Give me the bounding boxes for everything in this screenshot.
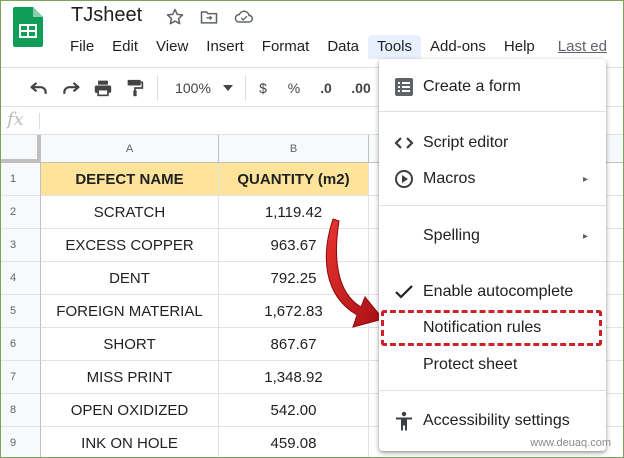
- menu-separator: [379, 111, 606, 112]
- menu-insert[interactable]: Insert: [197, 35, 253, 59]
- cell-defect-name[interactable]: INK ON HOLE: [41, 427, 219, 457]
- redo-icon[interactable]: [59, 78, 83, 98]
- formula-separator: [39, 113, 40, 129]
- menu-item-protect-sheet[interactable]: Protect sheet: [379, 349, 606, 381]
- percent-format-button[interactable]: %: [285, 78, 303, 98]
- undo-icon[interactable]: [27, 78, 51, 98]
- cell-defect-name[interactable]: FOREIGN MATERIAL: [41, 295, 219, 328]
- zoom-select[interactable]: 100%: [171, 78, 215, 98]
- menu-format[interactable]: Format: [253, 35, 319, 59]
- menu-item-label: Script editor: [423, 134, 509, 151]
- row-header[interactable]: 9: [1, 427, 41, 457]
- row-header[interactable]: 4: [1, 262, 41, 295]
- cell-defect-name[interactable]: DEFECT NAME: [41, 163, 219, 196]
- menu-file[interactable]: File: [61, 35, 103, 59]
- currency-format-button[interactable]: $: [255, 78, 271, 98]
- menu-item-macros[interactable]: Macros ▸: [379, 163, 606, 195]
- star-icon[interactable]: [165, 7, 185, 27]
- cell-quantity[interactable]: 542.00: [219, 394, 369, 427]
- cell-quantity[interactable]: 792.25: [219, 262, 369, 295]
- last-edit-link[interactable]: Last ed: [544, 35, 616, 59]
- cell-quantity[interactable]: 459.08: [219, 427, 369, 457]
- fx-icon: fx: [7, 109, 24, 130]
- menubar: File Edit View Insert Format Data Tools …: [61, 35, 616, 59]
- select-all-corner[interactable]: [1, 135, 41, 163]
- toolbar-separator: [245, 76, 246, 100]
- row-header[interactable]: 5: [1, 295, 41, 328]
- sheets-logo-icon[interactable]: [13, 7, 43, 47]
- row-header[interactable]: 3: [1, 229, 41, 262]
- row-header[interactable]: 7: [1, 361, 41, 394]
- increase-decimal-button[interactable]: .00: [347, 78, 375, 98]
- decrease-decimal-button[interactable]: .0: [315, 78, 337, 98]
- checkmark-icon: [393, 281, 415, 303]
- menu-separator: [379, 390, 606, 391]
- cell-defect-name[interactable]: OPEN OXIDIZED: [41, 394, 219, 427]
- cell-quantity[interactable]: QUANTITY (m2): [219, 163, 369, 196]
- accessibility-icon: [393, 410, 415, 432]
- cell-defect-name[interactable]: DENT: [41, 262, 219, 295]
- cell-defect-name[interactable]: SCRATCH: [41, 196, 219, 229]
- submenu-arrow-icon: ▸: [582, 173, 588, 185]
- title-icons: [165, 7, 253, 27]
- menu-edit[interactable]: Edit: [103, 35, 147, 59]
- row-header[interactable]: 8: [1, 394, 41, 427]
- menu-data[interactable]: Data: [318, 35, 368, 59]
- row-header[interactable]: 6: [1, 328, 41, 361]
- menu-separator: [379, 205, 606, 206]
- document-title[interactable]: TJsheet: [71, 4, 142, 27]
- menu-item-label: Create a form: [423, 78, 521, 95]
- toolbar-separator: [157, 76, 158, 100]
- tools-menu-dropdown: Create a form Script editor Macros ▸ Spe…: [379, 59, 606, 451]
- menu-item-label: Accessibility settings: [423, 412, 570, 429]
- row-header[interactable]: 1: [1, 163, 41, 196]
- menu-item-script-editor[interactable]: Script editor: [379, 127, 606, 159]
- menu-item-accessibility-settings[interactable]: Accessibility settings: [379, 405, 606, 437]
- watermark: www.deuaq.com: [530, 437, 611, 449]
- print-icon[interactable]: [91, 78, 115, 98]
- menu-add-ons[interactable]: Add-ons: [421, 35, 495, 59]
- zoom-dropdown-icon[interactable]: [221, 78, 235, 98]
- move-to-folder-icon[interactable]: [199, 7, 219, 27]
- menu-item-label: Enable autocomplete: [423, 283, 574, 300]
- menu-item-label: Spelling: [423, 227, 480, 244]
- play-circle-icon: [393, 168, 415, 190]
- cell-defect-name[interactable]: EXCESS COPPER: [41, 229, 219, 262]
- cell-defect-name[interactable]: SHORT: [41, 328, 219, 361]
- submenu-arrow-icon: ▸: [582, 230, 588, 242]
- column-header-a[interactable]: A: [41, 135, 219, 163]
- form-icon: [393, 76, 415, 98]
- menu-view[interactable]: View: [147, 35, 197, 59]
- menu-help[interactable]: Help: [495, 35, 544, 59]
- cell-quantity[interactable]: 963.67: [219, 229, 369, 262]
- cloud-status-icon[interactable]: [233, 7, 253, 27]
- cell-quantity[interactable]: 1,672.83: [219, 295, 369, 328]
- menu-item-enable-autocomplete[interactable]: Enable autocomplete: [379, 276, 606, 308]
- highlight-box: [381, 310, 602, 346]
- menu-item-label: Protect sheet: [423, 356, 518, 373]
- column-header-b[interactable]: B: [219, 135, 369, 163]
- paint-format-icon[interactable]: [123, 78, 147, 98]
- cell-quantity[interactable]: 867.67: [219, 328, 369, 361]
- screenshot-frame: TJsheet File Edit View Insert Format Dat…: [0, 0, 624, 458]
- menu-item-label: Macros: [423, 170, 476, 187]
- menu-item-spelling[interactable]: Spelling ▸: [379, 220, 606, 252]
- menu-item-create-form[interactable]: Create a form: [379, 71, 606, 103]
- code-icon: [393, 132, 415, 154]
- cell-defect-name[interactable]: MISS PRINT: [41, 361, 219, 394]
- cell-quantity[interactable]: 1,119.42: [219, 196, 369, 229]
- cell-quantity[interactable]: 1,348.92: [219, 361, 369, 394]
- menu-tools[interactable]: Tools: [368, 35, 422, 59]
- menu-separator: [379, 261, 606, 262]
- row-header[interactable]: 2: [1, 196, 41, 229]
